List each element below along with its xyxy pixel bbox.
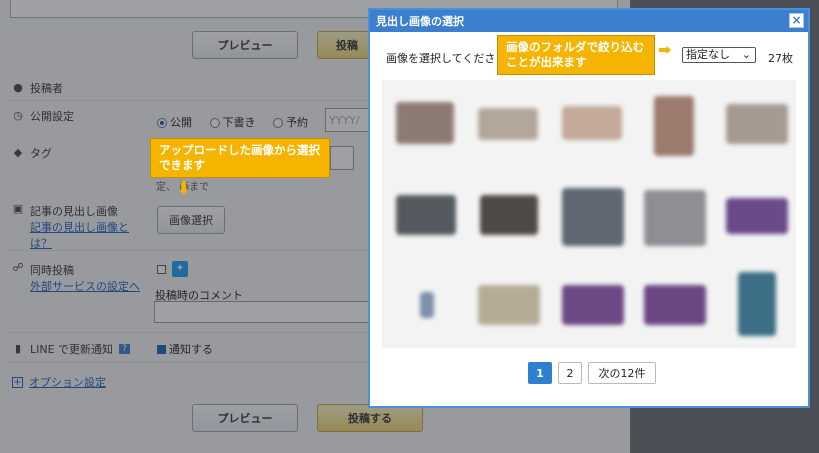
folder-filter-callout: 画像のフォルダで絞り込むことが出来ます <box>497 35 655 75</box>
folder-select-value: 指定なし <box>686 48 730 61</box>
image-thumbnail[interactable] <box>562 285 624 325</box>
image-thumbnail[interactable] <box>396 102 454 144</box>
image-thumbnail[interactable] <box>644 190 706 246</box>
image-count: 27枚 <box>768 52 793 65</box>
image-thumbnail[interactable] <box>562 188 624 246</box>
image-thumbnail[interactable] <box>644 285 706 325</box>
page-2-button[interactable]: 2 <box>558 362 582 384</box>
folder-select[interactable]: 指定なし ⌄ <box>682 47 756 63</box>
image-thumbnail[interactable] <box>478 285 540 325</box>
page-1-button[interactable]: 1 <box>528 362 552 384</box>
modal-header: 見出し画像の選択 × <box>370 10 808 32</box>
image-thumbnail[interactable] <box>396 195 456 235</box>
modal-instruction: 画像を選択してくださ <box>386 52 496 65</box>
image-grid <box>382 80 796 348</box>
image-thumbnail[interactable] <box>562 106 622 140</box>
chevron-down-icon: ⌄ <box>741 48 751 61</box>
image-thumbnail[interactable] <box>478 108 538 140</box>
next-page-button[interactable]: 次の12件 <box>588 362 656 384</box>
image-thumbnail[interactable] <box>654 96 694 156</box>
close-button[interactable]: × <box>789 13 804 28</box>
arrow-right-icon: ➡ <box>658 40 672 59</box>
arrow-down-icon: ⬇ <box>176 178 192 199</box>
image-thumbnail[interactable] <box>738 272 776 336</box>
image-thumbnail[interactable] <box>480 195 538 235</box>
image-thumbnail[interactable] <box>726 104 788 144</box>
image-thumbnail[interactable] <box>726 198 788 234</box>
image-thumbnail[interactable] <box>420 292 434 318</box>
modal-title: 見出し画像の選択 <box>376 15 464 28</box>
upload-callout: アップロードした画像から選択できます <box>150 138 330 178</box>
